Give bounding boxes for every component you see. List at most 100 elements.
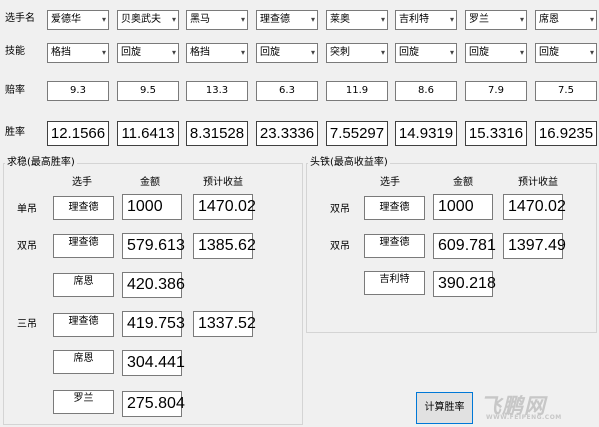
dropdown-arrow-icon: ▾ xyxy=(101,48,106,57)
dropdown-arrow-icon: ▾ xyxy=(171,15,176,24)
odds-output-5: 7.55297 xyxy=(326,121,388,146)
player-select-2[interactable]: 贝奥武夫 ▾ xyxy=(117,10,179,30)
rate-input-7[interactable]: 7.9 xyxy=(465,81,527,101)
row-label-win-rate: 赔率 xyxy=(5,85,25,96)
rate-input-8[interactable]: 7.5 xyxy=(535,81,597,101)
dropdown-arrow-icon: ▾ xyxy=(380,15,385,24)
skill-select-6[interactable]: 回旋 ▾ xyxy=(395,43,457,63)
odds-output-6: 14.9319 xyxy=(395,121,457,146)
player-select-8[interactable]: 席恩 ▾ xyxy=(535,10,597,30)
player-select-6[interactable]: 吉利特 ▾ xyxy=(395,10,457,30)
dropdown-arrow-icon: ▾ xyxy=(449,48,454,57)
skill-select-8[interactable]: 回旋 ▾ xyxy=(535,43,597,63)
aggressive-single-label: 双吊 xyxy=(330,204,350,215)
watermark-url: WWW.FEIPENG.COM xyxy=(486,414,562,421)
skill-select-2-value: 回旋 xyxy=(121,47,141,58)
skill-select-5[interactable]: 突刺 ▾ xyxy=(326,43,388,63)
odds-output-1: 12.1566 xyxy=(47,121,109,146)
skill-select-7[interactable]: 回旋 ▾ xyxy=(465,43,527,63)
odds-output-7: 15.3316 xyxy=(465,121,527,146)
player-select-5-value: 莱奥 xyxy=(330,14,350,25)
stable-triple-amount-3: 275.804 xyxy=(122,391,185,417)
skill-select-3[interactable]: 格挡 ▾ xyxy=(186,43,248,63)
stable-double-player-2: 席恩 xyxy=(53,273,114,297)
dropdown-arrow-icon: ▾ xyxy=(240,15,245,24)
stable-triple-amount-1: 419.753 xyxy=(122,311,185,337)
aggressive-single-amount: 1000 xyxy=(433,194,493,220)
odds-output-3: 8.31528 xyxy=(186,121,248,146)
stable-triple-label: 三吊 xyxy=(17,319,37,330)
player-select-5[interactable]: 莱奥 ▾ xyxy=(326,10,388,30)
stable-single-expected: 1470.02 xyxy=(193,194,256,220)
stable-single-player: 理查德 xyxy=(53,196,114,220)
dropdown-arrow-icon: ▾ xyxy=(240,48,245,57)
player-select-4-value: 理查德 xyxy=(260,14,290,25)
stable-double-player-1: 理查德 xyxy=(53,234,114,258)
skill-select-1[interactable]: 格挡 ▾ xyxy=(47,43,109,63)
player-select-8-value: 席恩 xyxy=(539,14,559,25)
stable-double-amount-1: 579.613 xyxy=(122,233,185,259)
rate-input-4[interactable]: 6.3 xyxy=(256,81,318,101)
stable-triple-player-3: 罗兰 xyxy=(53,390,114,414)
stable-double-label: 双吊 xyxy=(17,241,37,252)
player-select-3[interactable]: 黑马 ▾ xyxy=(186,10,248,30)
odds-output-8: 16.9235 xyxy=(535,121,597,146)
skill-select-2[interactable]: 回旋 ▾ xyxy=(117,43,179,63)
odds-output-2: 11.6413 xyxy=(117,121,179,146)
dropdown-arrow-icon: ▾ xyxy=(519,15,524,24)
stable-single-label: 单吊 xyxy=(17,204,37,215)
aggressive-header-expected: 预计收益 xyxy=(518,177,558,188)
skill-select-4-value: 回旋 xyxy=(260,47,280,58)
skill-select-7-value: 回旋 xyxy=(469,47,489,58)
aggressive-double-amount-1: 609.781 xyxy=(433,233,496,259)
stable-double-amount-2: 420.386 xyxy=(122,272,185,298)
aggressive-header-amount: 金额 xyxy=(453,177,473,188)
player-select-4[interactable]: 理查德 ▾ xyxy=(256,10,318,30)
dropdown-arrow-icon: ▾ xyxy=(589,48,594,57)
rate-input-6[interactable]: 8.6 xyxy=(395,81,457,101)
stable-double-expected: 1385.62 xyxy=(193,233,256,259)
row-label-skill: 技能 xyxy=(5,46,25,57)
rate-input-3[interactable]: 13.3 xyxy=(186,81,248,101)
stable-header-amount: 金额 xyxy=(140,177,160,188)
player-select-1-value: 爱德华 xyxy=(51,14,81,25)
calculate-button[interactable]: 计算胜率 xyxy=(416,392,473,424)
skill-select-3-value: 格挡 xyxy=(190,47,210,58)
dropdown-arrow-icon: ▾ xyxy=(449,15,454,24)
dropdown-arrow-icon: ▾ xyxy=(380,48,385,57)
aggressive-double-label: 双吊 xyxy=(330,241,350,252)
aggressive-header-player: 选手 xyxy=(380,177,400,188)
player-select-3-value: 黑马 xyxy=(190,14,210,25)
aggressive-double-player-1: 理查德 xyxy=(364,234,425,258)
dropdown-arrow-icon: ▾ xyxy=(519,48,524,57)
player-select-1[interactable]: 爱德华 ▾ xyxy=(47,10,109,30)
skill-select-8-value: 回旋 xyxy=(539,47,559,58)
row-label-odds: 胜率 xyxy=(5,127,25,138)
aggressive-double-amount-2: 390.218 xyxy=(433,271,496,297)
rate-input-5[interactable]: 11.9 xyxy=(326,81,388,101)
player-select-7-value: 罗兰 xyxy=(469,14,489,25)
row-label-player: 选手名 xyxy=(5,13,35,24)
player-select-7[interactable]: 罗兰 ▾ xyxy=(465,10,527,30)
dropdown-arrow-icon: ▾ xyxy=(310,15,315,24)
stable-single-amount: 1000 xyxy=(122,194,182,220)
aggressive-double-player-2: 吉利特 xyxy=(364,271,425,295)
rate-input-1[interactable]: 9.3 xyxy=(47,81,109,101)
skill-select-1-value: 格挡 xyxy=(51,47,71,58)
skill-select-5-value: 突刺 xyxy=(330,47,350,58)
stable-header-player: 选手 xyxy=(72,177,92,188)
stable-triple-player-2: 席恩 xyxy=(53,350,114,374)
stable-triple-amount-2: 304.441 xyxy=(122,350,185,376)
stable-triple-player-1: 理查德 xyxy=(53,313,114,337)
skill-select-4[interactable]: 回旋 ▾ xyxy=(256,43,318,63)
odds-output-4: 23.3336 xyxy=(256,121,318,146)
skill-select-6-value: 回旋 xyxy=(399,47,419,58)
aggressive-double-expected: 1397.49 xyxy=(503,233,566,259)
dropdown-arrow-icon: ▾ xyxy=(589,15,594,24)
player-select-2-value: 贝奥武夫 xyxy=(121,14,161,25)
aggressive-single-expected: 1470.02 xyxy=(503,194,566,220)
aggressive-single-player: 理查德 xyxy=(364,196,425,220)
rate-input-2[interactable]: 9.5 xyxy=(117,81,179,101)
dropdown-arrow-icon: ▾ xyxy=(310,48,315,57)
player-select-6-value: 吉利特 xyxy=(399,14,429,25)
